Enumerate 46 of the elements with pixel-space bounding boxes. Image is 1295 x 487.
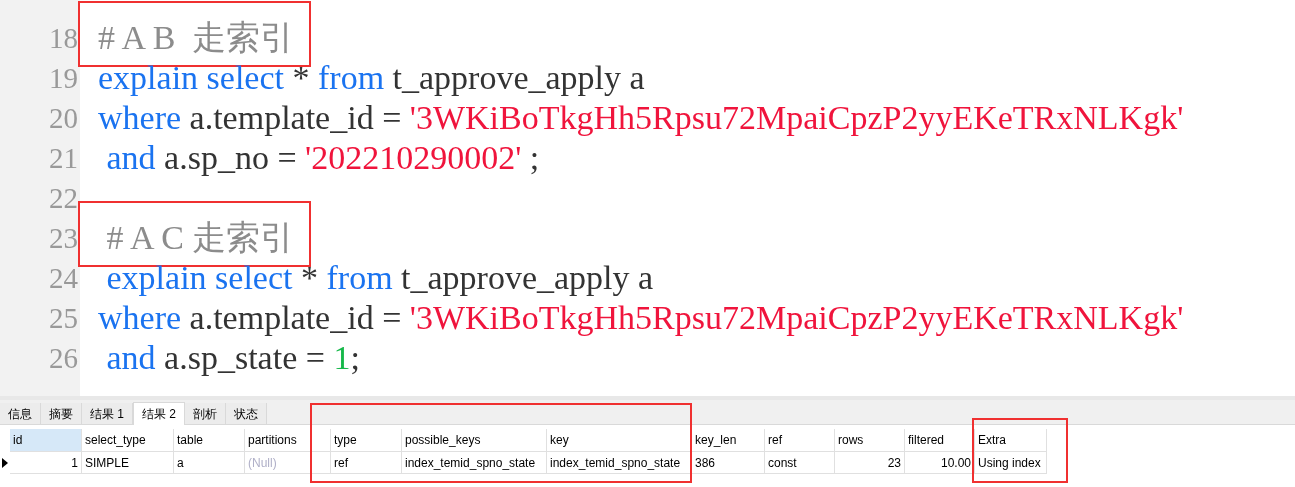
table-cell: (Null) — [245, 452, 331, 474]
result-tab[interactable]: 信息 — [0, 403, 41, 424]
code-line: and a.sp_no = '202210290002' ; — [105, 138, 540, 178]
line-number: 26 — [48, 341, 79, 376]
column-header[interactable]: Extra — [975, 429, 1047, 452]
code-line: where a.template_id = '3WKiBoTkgHh5Rpsu72MpaiCpzP2yyEKeTRxNLKgk' — [98, 98, 1184, 138]
line-number: 18 — [48, 21, 79, 56]
table-cell: 23 — [835, 452, 905, 474]
table-cell: const — [765, 452, 835, 474]
code-line: where a.template_id = '3WKiBoTkgHh5Rpsu72MpaiCpzP2yyEKeTRxNLKgk' — [98, 298, 1184, 338]
result-tab[interactable]: 状态 — [226, 403, 268, 424]
result-tab[interactable]: 摘要 — [41, 403, 82, 424]
column-header[interactable]: type — [331, 429, 402, 452]
result-tab[interactable]: 剖析 — [185, 403, 227, 424]
code-line: # A C 走索引 — [105, 218, 296, 258]
code-line: # A B 走索引 — [98, 18, 296, 58]
table-cell: SIMPLE — [82, 452, 174, 474]
line-number: 25 — [48, 301, 79, 336]
table-cell: index_temid_spno_state — [547, 452, 692, 474]
column-header[interactable]: rows — [835, 429, 905, 452]
column-header[interactable]: filtered — [905, 429, 975, 452]
column-header[interactable]: key_len — [692, 429, 765, 452]
code-line: explain select * from t_approve_apply a — [98, 58, 645, 98]
table-cell: a — [174, 452, 245, 474]
line-number: 20 — [48, 101, 79, 136]
line-number: 21 — [48, 141, 79, 176]
table-cell: ref — [331, 452, 402, 474]
table-cell: Using index — [975, 452, 1047, 474]
line-number: 22 — [48, 181, 79, 216]
line-number: 19 — [48, 61, 79, 96]
table-cell: 386 — [692, 452, 765, 474]
table-cell: 10.00 — [905, 452, 975, 474]
column-header[interactable]: partitions — [245, 429, 331, 452]
column-header[interactable]: id — [10, 429, 82, 452]
column-header[interactable]: table — [174, 429, 245, 452]
result-tab[interactable]: 结果 1 — [82, 403, 133, 424]
column-header[interactable]: select_type — [82, 429, 174, 452]
line-number: 23 — [48, 221, 79, 256]
table-cell: index_temid_spno_state — [402, 452, 547, 474]
code-line: explain select * from t_approve_apply a — [105, 258, 654, 298]
table-cell: 1 — [10, 452, 82, 474]
column-header[interactable]: possible_keys — [402, 429, 547, 452]
line-number: 24 — [48, 261, 79, 296]
result-tab[interactable]: 结果 2 — [133, 402, 186, 425]
column-header[interactable]: ref — [765, 429, 835, 452]
code-line: and a.sp_state = 1; — [105, 338, 360, 378]
